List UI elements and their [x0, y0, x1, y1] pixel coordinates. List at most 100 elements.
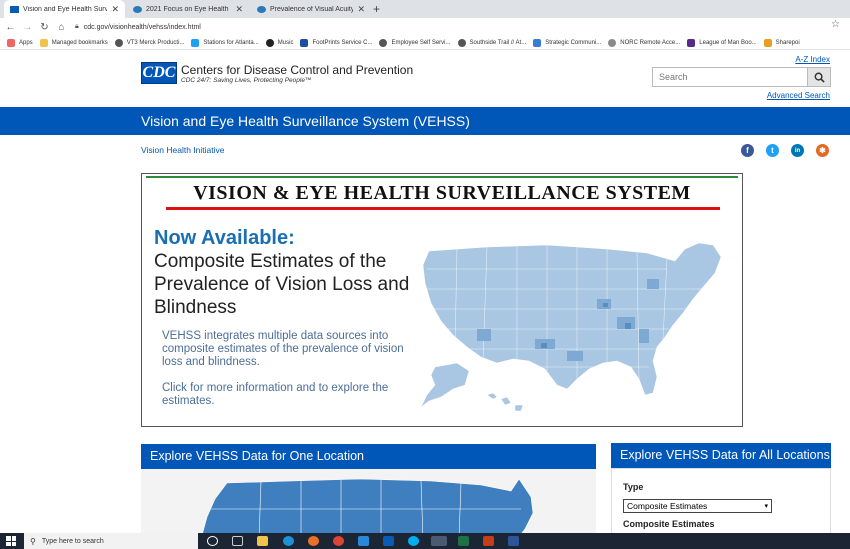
breadcrumb[interactable]: Vision Health Initiative [141, 145, 224, 155]
bookmark-item[interactable]: Stations for Atlanta... [191, 38, 259, 47]
search-button[interactable] [807, 67, 831, 87]
page-favicon-icon [133, 5, 142, 13]
tab-label: Prevalence of Visual Acuity Loss [270, 5, 354, 13]
search-icon [814, 72, 825, 83]
search-input[interactable]: Search [652, 67, 807, 87]
url-text: cdc.gov/visionhealth/vehss/index.html [83, 23, 201, 31]
footprints-icon [300, 38, 309, 47]
music-icon [265, 38, 274, 47]
bookmark-item[interactable]: Sharepoi [763, 38, 800, 47]
back-arrow-icon[interactable]: ← [2, 22, 19, 33]
type-select[interactable]: Composite Estimates ▾ [623, 499, 772, 513]
cdc-logo[interactable]: CDC [141, 62, 177, 84]
twitter-icon[interactable]: t [766, 144, 779, 157]
url-field[interactable]: 🔒︎ cdc.gov/visionhealth/vehss/index.html [75, 20, 201, 34]
org-tagline: CDC 24/7: Saving Lives, Protecting Peopl… [181, 77, 312, 84]
chrome-active-icon[interactable] [431, 536, 447, 546]
us-map-image [420, 242, 722, 412]
new-tab-button[interactable]: + [373, 2, 380, 16]
browser-tab-1[interactable]: Vision and Eye Health Surveillan ✕ [4, 0, 125, 18]
globe-icon [114, 38, 123, 47]
taskbar-search-input[interactable]: ⚲ Type here to search [24, 533, 198, 549]
bookmark-item[interactable]: League of Man Boo... [687, 38, 757, 47]
type-label: Type [623, 482, 644, 492]
one-location-map[interactable] [141, 469, 596, 539]
word-icon[interactable] [508, 536, 519, 546]
bookmark-item[interactable]: FootPrints Service C... [300, 38, 372, 47]
close-tab-icon[interactable]: ✕ [111, 4, 119, 15]
browser-tab-2[interactable]: 2021 Focus on Eye Health Nation ✕ [127, 0, 249, 18]
address-bar: ← → ↻ ⌂ 🔒︎ cdc.gov/visionhealth/vehss/in… [0, 18, 850, 36]
home-icon[interactable]: ⌂ [53, 22, 70, 33]
edge-icon[interactable] [283, 536, 294, 546]
chrome-icon[interactable] [333, 536, 344, 546]
state-map-image[interactable] [141, 469, 596, 539]
excel-icon[interactable] [458, 536, 469, 546]
bookmark-item[interactable]: VT3 Merck Producti... [114, 38, 184, 47]
hero-banner[interactable]: VISION & EYE HEALTH SURVEILLANCE SYSTEM … [141, 173, 743, 427]
one-location-panel-header: Explore VEHSS Data for One Location [141, 444, 596, 469]
composite-estimates-label: Composite Estimates [623, 519, 715, 529]
tab-label: Vision and Eye Health Surveillan [23, 5, 108, 13]
bookmark-item[interactable]: NORC Remote Acce... [608, 38, 680, 47]
bookmarks-bar: Apps Managed bookmarks VT3 Merck Product… [0, 36, 850, 50]
bookmark-item[interactable]: Southside Trail // At... [457, 38, 526, 47]
site-header: CDC Centers for Disease Control and Prev… [0, 51, 850, 107]
skype-icon[interactable] [408, 536, 419, 546]
divider [146, 176, 738, 178]
type-select-value: Composite Estimates [627, 501, 708, 511]
outlook-icon[interactable] [383, 536, 394, 546]
facebook-icon[interactable]: f [741, 144, 754, 157]
tab-label: 2021 Focus on Eye Health Nation [146, 5, 231, 13]
banner-title: VISION & EYE HEALTH SURVEILLANCE SYSTEM [193, 182, 691, 204]
lock-icon: 🔒︎ [75, 23, 79, 30]
yahoo-icon [687, 38, 696, 47]
close-tab-icon[interactable]: ✕ [357, 4, 365, 15]
windows-icon [763, 38, 772, 47]
one-location-title: Explore VEHSS Data for One Location [150, 449, 365, 463]
browser-tab-3[interactable]: Prevalence of Visual Acuity Loss ✕ [251, 0, 371, 18]
globe-icon [457, 38, 466, 47]
powerpoint-icon[interactable] [483, 536, 494, 546]
all-locations-title: Explore VEHSS Data for All Locations [620, 448, 830, 462]
banner-description: VEHSS integrates multiple data sources i… [162, 330, 404, 368]
bookmark-item[interactable]: Employee Self Servi... [379, 38, 451, 47]
bookmark-item[interactable]: Strategic Communi... [533, 38, 601, 47]
cortana-icon[interactable] [207, 536, 218, 546]
page-favicon-icon [257, 5, 266, 13]
now-available-heading: Now Available: [154, 227, 295, 249]
divider [166, 207, 720, 210]
syndicate-icon[interactable]: ✱ [816, 144, 829, 157]
file-explorer-icon[interactable] [257, 536, 268, 546]
windows-store-icon[interactable] [358, 536, 369, 546]
twitter-icon [191, 38, 200, 47]
chevron-down-icon: ▾ [764, 503, 768, 510]
site-title-bar: Vision and Eye Health Surveillance Syste… [0, 107, 850, 135]
bookmark-star-icon[interactable]: ☆ [831, 19, 840, 30]
reload-icon[interactable]: ↻ [36, 22, 53, 33]
all-locations-panel-header: Explore VEHSS Data for All Locations [611, 443, 831, 468]
folder-icon [39, 38, 48, 47]
search-icon: ⚲ [30, 536, 36, 546]
windows-taskbar: ⚲ Type here to search [0, 533, 850, 549]
browser-tab-bar: Vision and Eye Health Surveillan ✕ 2021 … [0, 0, 850, 18]
org-name[interactable]: Centers for Disease Control and Preventi… [181, 63, 413, 77]
all-locations-panel: Type Composite Estimates ▾ Composite Est… [611, 468, 831, 538]
windows-start-icon[interactable] [6, 536, 16, 546]
firefox-icon[interactable] [308, 536, 319, 546]
advanced-search-link[interactable]: Advanced Search [767, 91, 830, 100]
bookmark-apps[interactable]: Apps [7, 38, 33, 47]
linkedin-icon[interactable]: in [791, 144, 804, 157]
site-title[interactable]: Vision and Eye Health Surveillance Syste… [141, 113, 470, 129]
bookmark-item[interactable]: Music [265, 38, 293, 47]
banner-headline: Composite Estimates of the Prevalence of… [154, 251, 410, 318]
banner-cta[interactable]: Click for more information and to explor… [162, 382, 422, 408]
task-view-icon[interactable] [232, 536, 243, 546]
globe-icon [379, 38, 388, 47]
cdc-favicon-icon [10, 5, 19, 13]
forward-arrow-icon[interactable]: → [19, 22, 36, 33]
az-index-link[interactable]: A-Z Index [795, 55, 830, 64]
bookmark-managed[interactable]: Managed bookmarks [39, 38, 108, 47]
trail-icon [533, 38, 542, 47]
close-tab-icon[interactable]: ✕ [235, 4, 243, 15]
